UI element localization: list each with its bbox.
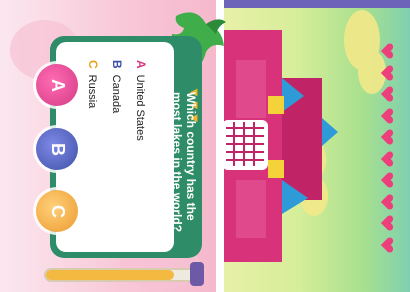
heart-icon: [380, 151, 394, 166]
top-bar: [218, 0, 410, 8]
timer-fill: [46, 270, 174, 280]
heart-icon: [380, 215, 394, 231]
game-screen: ▼▼▼ Which country has the most lakes in …: [0, 0, 410, 292]
answer-c-button-label: C: [47, 204, 68, 218]
answer-text-b: Canada: [110, 74, 122, 114]
heart-icon: [380, 108, 394, 123]
heart-icon: [380, 194, 394, 209]
answer-c: C Russia: [86, 60, 100, 108]
answer-b-button-label: B: [47, 142, 68, 156]
heart-icon: [380, 65, 394, 80]
timer-bar: [44, 268, 204, 282]
answer-c-button[interactable]: C: [36, 190, 78, 232]
heart-icon: [380, 129, 394, 145]
castle-icon: [222, 30, 338, 262]
question-text: Which country has the most lakes in the …: [170, 92, 198, 233]
heart-icon: [380, 172, 394, 188]
answer-text-c: Russia: [86, 74, 98, 109]
timer-cap: [190, 262, 204, 286]
answer-key-c: C: [86, 60, 100, 69]
answer-a-button-label: A: [47, 78, 68, 92]
answer-a-button[interactable]: A: [36, 64, 78, 106]
answer-key-a: A: [134, 60, 148, 69]
answer-key-b: B: [110, 60, 124, 69]
heart-icon: [380, 43, 394, 59]
answer-b-button[interactable]: B: [36, 128, 78, 170]
heart-icon: [380, 86, 394, 102]
answer-text-a: United States: [134, 74, 146, 141]
answer-a: A United States: [134, 60, 148, 141]
heart-icon: [380, 237, 394, 252]
answer-b: B Canada: [110, 60, 124, 113]
